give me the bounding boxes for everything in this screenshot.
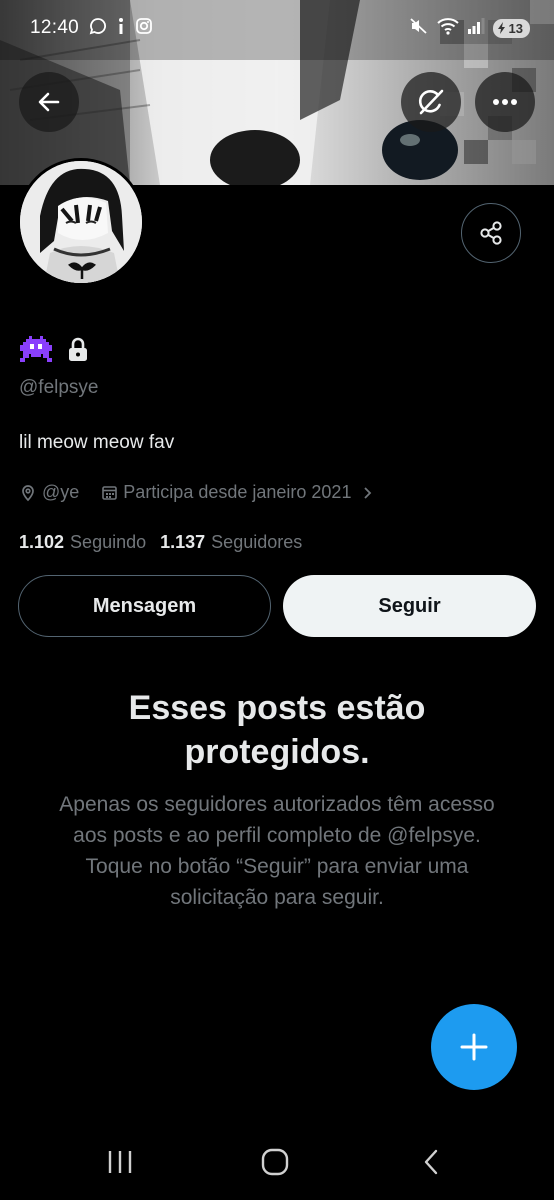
system-nav-bar xyxy=(0,1124,554,1200)
share-button[interactable] xyxy=(461,203,521,263)
more-button[interactable] xyxy=(475,72,535,132)
recent-apps-icon xyxy=(108,1151,132,1173)
profile-handle: @felpsye xyxy=(19,377,99,398)
space-invader-emoji xyxy=(20,336,52,362)
plus-icon xyxy=(460,1033,488,1061)
home-button[interactable] xyxy=(245,1138,305,1186)
follow-button[interactable]: Seguir xyxy=(283,575,536,637)
status-bar: 12:40 13 xyxy=(0,0,554,56)
followers-label: Seguidores xyxy=(211,532,303,552)
messenger-notification-icon xyxy=(89,17,107,40)
joined-text: Participa desde janeiro 2021 xyxy=(123,482,352,502)
followers-link[interactable]: 1.137 Seguidores xyxy=(160,532,302,553)
avatar-image xyxy=(20,161,142,283)
system-back-icon xyxy=(424,1149,438,1175)
calendar-icon xyxy=(102,486,118,500)
location-text: @ye xyxy=(42,482,80,502)
home-icon xyxy=(261,1148,289,1176)
charging-icon xyxy=(497,22,505,34)
joined-item[interactable]: Participa desde janeiro 2021 xyxy=(101,482,374,503)
lock-icon xyxy=(69,337,87,361)
signal-icon xyxy=(467,17,485,40)
share-icon xyxy=(480,221,502,245)
protected-description: Apenas os seguidores autorizados têm ace… xyxy=(59,793,495,909)
profile-meta: @ye Participa desde janeiro 2021 xyxy=(19,482,374,503)
message-button[interactable]: Mensagem xyxy=(18,575,271,637)
profile-avatar[interactable] xyxy=(17,158,145,286)
back-button[interactable] xyxy=(19,72,79,132)
wifi-icon xyxy=(436,17,459,40)
battery-level: 13 xyxy=(508,20,523,36)
chevron-right-icon xyxy=(364,486,372,499)
location-pin-icon xyxy=(22,484,34,501)
status-time: 12:40 xyxy=(30,17,80,38)
grok-button[interactable] xyxy=(401,72,461,132)
recent-apps-button[interactable] xyxy=(90,1138,150,1186)
following-count: 1.102 xyxy=(19,532,65,552)
compose-button[interactable] xyxy=(431,1004,517,1090)
battery-indicator: 13 xyxy=(492,18,530,38)
display-name-row xyxy=(19,336,89,364)
more-horizontal-icon xyxy=(493,99,517,105)
info-notification-icon xyxy=(117,17,125,40)
profile-bio: lil meow meow fav xyxy=(19,432,175,453)
grok-icon xyxy=(418,89,444,115)
protected-title: Esses posts estão protegidos. xyxy=(128,689,426,771)
following-link[interactable]: 1.102 Seguindo xyxy=(19,532,146,553)
followers-count: 1.137 xyxy=(160,532,206,552)
follow-stats: 1.102 Seguindo 1.137 Seguidores xyxy=(19,532,302,553)
location-item: @ye xyxy=(19,482,79,503)
arrow-left-icon xyxy=(38,92,60,112)
system-back-button[interactable] xyxy=(401,1138,461,1186)
instagram-notification-icon xyxy=(135,17,153,40)
mute-icon xyxy=(409,17,429,40)
following-label: Seguindo xyxy=(70,532,147,552)
